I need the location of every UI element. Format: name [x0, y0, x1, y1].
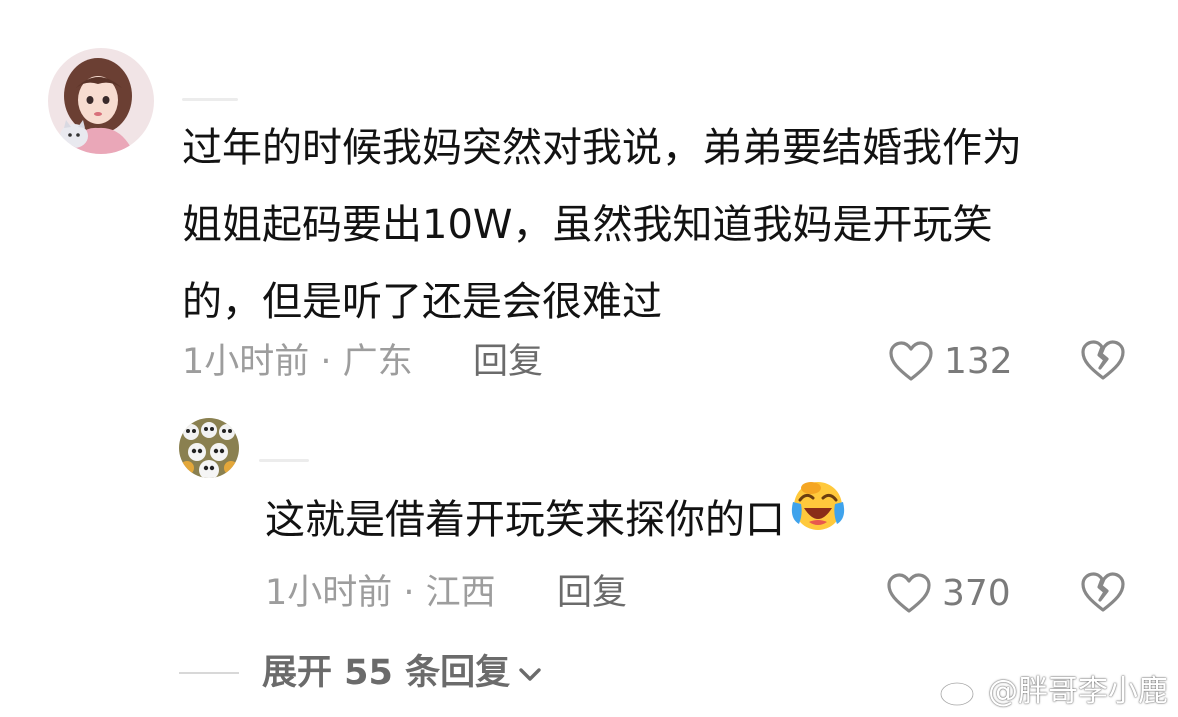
reply-button[interactable]: 回复 — [473, 342, 543, 382]
reply-meta: 1小时前 · 江西 — [265, 573, 496, 613]
reply-like-button[interactable]: 370 — [886, 570, 1016, 616]
comment-text: 过年的时候我妈突然对我说，弟弟要结婚我作为 姐姐起码要出10W，虽然我知道我妈是… — [182, 110, 1142, 341]
like-button[interactable]: 132 — [888, 338, 1018, 384]
like-count: 132 — [944, 341, 1013, 382]
comment-line: 姐姐起码要出10W，虽然我知道我妈是开玩笑 — [182, 202, 993, 248]
broken-heart-icon — [1079, 572, 1127, 618]
reply-user-avatar[interactable] — [179, 418, 239, 478]
reply-dislike-button[interactable] — [1079, 570, 1127, 616]
weibo-logo-icon — [938, 672, 984, 712]
username[interactable] — [182, 98, 238, 101]
expand-replies-button[interactable]: 展开 55 条回复 — [262, 653, 542, 697]
chevron-down-icon — [518, 667, 542, 687]
comment-line: 的，但是听了还是会很难过 — [182, 279, 662, 325]
dislike-button[interactable] — [1079, 338, 1127, 384]
expand-divider — [179, 672, 239, 674]
watermark-text: @胖哥李小鹿 — [988, 674, 1168, 709]
like-count: 370 — [942, 573, 1011, 614]
weibo-watermark: @胖哥李小鹿 — [938, 672, 1168, 712]
reply-username[interactable] — [259, 459, 309, 462]
heart-icon — [886, 572, 932, 618]
laughing-crying-emoji-icon — [789, 478, 847, 558]
reply-text: 这就是借着开玩笑来探你的口 — [265, 497, 785, 543]
expand-replies-label: 展开 55 条回复 — [262, 653, 511, 693]
comment-line: 过年的时候我妈突然对我说，弟弟要结婚我作为 — [182, 125, 1022, 171]
heart-icon — [888, 340, 934, 386]
reply-text-row: 这就是借着开玩笑来探你的口 — [265, 482, 965, 562]
reply-reply-button[interactable]: 回复 — [557, 573, 627, 613]
comment-meta: 1小时前 · 广东 — [182, 342, 413, 382]
broken-heart-icon — [1079, 340, 1127, 386]
user-avatar[interactable] — [48, 48, 154, 154]
